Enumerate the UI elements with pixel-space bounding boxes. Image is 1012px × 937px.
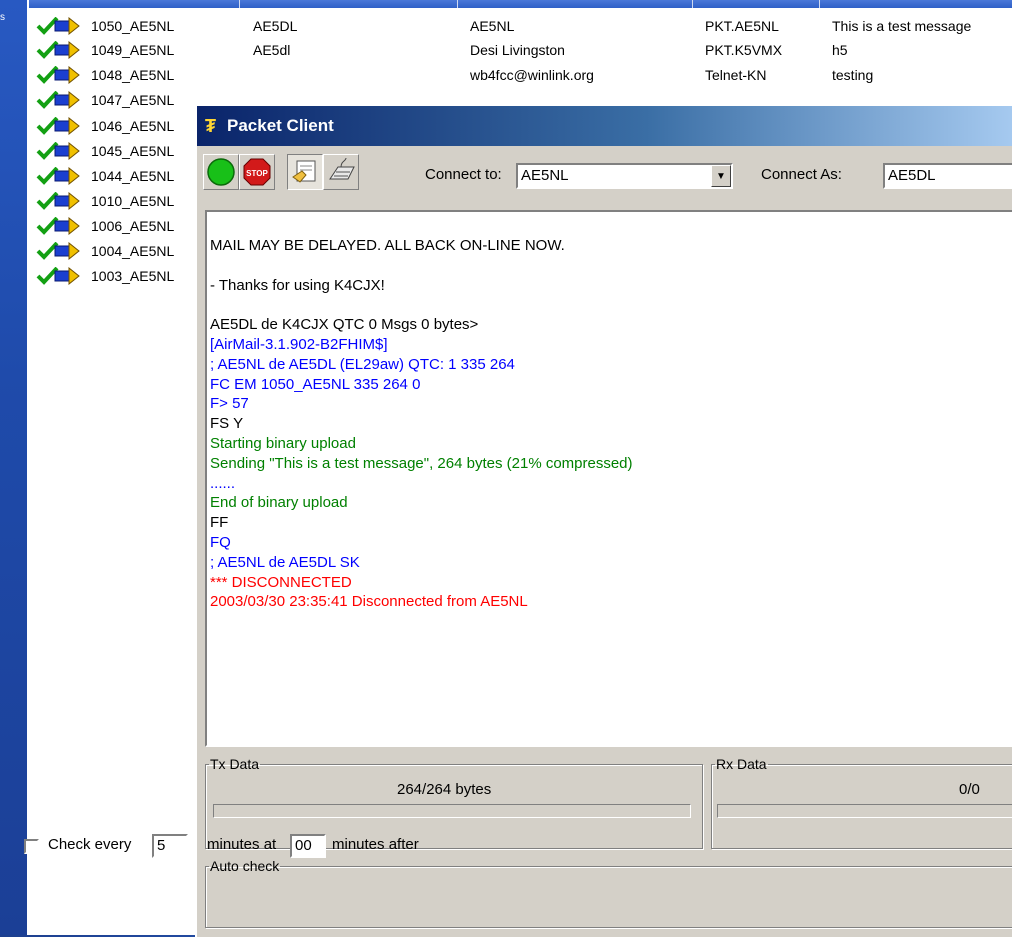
connect-to-value: AE5NL [521,167,569,184]
connect-button[interactable] [203,154,239,190]
cell-id: 1004_AE5NL [91,243,175,259]
log-line: ...... [210,474,236,492]
cell-id: 1046_AE5NL [91,118,175,134]
connect-as-value: AE5DL [888,167,936,184]
cell-via: Telnet-KN [705,67,767,83]
check-every-label: Check every [48,836,132,853]
cell-subject: h5 [832,42,848,58]
log-line: F> 57 [210,395,249,413]
cell-id: 1010_AE5NL [91,193,175,209]
tx-progress-bar [213,804,691,818]
auto-check-label: Auto check [210,858,280,874]
hand-document-icon [292,160,316,183]
rx-bytes: 0/0 [959,781,980,798]
window-title: Packet Client [227,116,334,135]
cell-id: 1044_AE5NL [91,168,175,184]
antenna-icon: ₮ [205,116,216,136]
check-arrow-icon [36,142,80,160]
cell-via: PKT.AE5NL [705,18,779,34]
tx-data-group: Tx Data [205,756,703,849]
check-arrow-icon [36,91,80,109]
connect-as-label: Connect As: [761,166,842,183]
list-item[interactable]: 1048_AE5NL wb4fcc@winlink.org Telnet-KN tes… [29,63,1012,87]
cell-to: wb4fcc@winlink.org [470,67,594,83]
list-item[interactable]: 1049_AE5NL AE5dl Desi Livingston PKT.K5VMX h… [29,38,1012,62]
keyboard-icon [329,157,355,180]
cell-id: 1048_AE5NL [91,67,175,83]
desktop-strip: s [0,0,27,935]
title-bar[interactable]: ₮ Packet Client [197,106,1012,146]
tx-bytes: 264/264 bytes [397,781,492,798]
check-every-input[interactable]: 5 [152,834,188,858]
cell-subject: This is a test message [832,18,972,34]
list-item[interactable]: 1050_AE5NL AE5DL AE5NL PKT.AE5NL This is a t… [29,14,1012,38]
connect-to-select[interactable]: AE5NL ▼ [516,163,733,189]
log-line: Starting binary upload [210,434,356,452]
log-line: ; AE5NL de AE5DL (EL29aw) QTC: 1 335 264 [210,355,515,373]
log-line: [AirMail-3.1.902-B2FHIM$] [210,335,388,353]
minutes-at-input[interactable]: 00 [290,834,326,858]
check-arrow-icon [36,117,80,135]
cell-id: 1047_AE5NL [91,92,175,108]
check-arrow-icon [36,167,80,185]
check-arrow-icon [36,242,80,260]
list-header [29,0,1012,8]
stop-button[interactable]: STOP [239,154,275,190]
check-arrow-icon [36,267,80,285]
log-line: FF [210,514,229,532]
keyboard-button[interactable] [323,154,359,190]
tx-data-label: Tx Data [210,756,260,772]
session-log[interactable]: MAIL MAY BE DELAYED. ALL BACK ON-LINE NO… [205,210,1012,747]
auto-check-checkbox[interactable] [24,839,39,854]
check-arrow-icon [36,66,80,84]
cell-id: 1006_AE5NL [91,218,175,234]
rx-data-label: Rx Data [716,756,767,772]
check-arrow-icon [36,17,80,35]
minutes-at-label: minutes at [207,836,277,853]
log-line: FS Y [210,415,244,433]
stop-icon: STOP [243,158,271,186]
check-arrow-icon [36,192,80,210]
rx-progress-bar [717,804,1012,818]
toolbar: STOP Connect to: AE5NL ▼ Connect As: AE5… [197,146,1012,202]
chevron-down-icon[interactable]: ▼ [711,165,731,187]
green-circle-icon [207,158,235,186]
cell-to: Desi Livingston [470,42,565,58]
minutes-after-label: minutes after [332,836,419,853]
svg-text:STOP: STOP [246,169,268,178]
packet-client-dialog: ₮ Packet Client STOP Connect to: AE5NL ▼… [195,104,1012,937]
cell-id: 1049_AE5NL [91,42,175,58]
log-line: AE5DL de K4CJX QTC 0 Msgs 0 bytes> [210,316,479,334]
log-line: FQ [210,533,231,551]
cell-id: 1003_AE5NL [91,268,175,284]
log-line: End of binary upload [210,494,348,512]
cell-from: AE5dl [253,42,291,58]
check-arrow-icon [36,217,80,235]
check-arrow-icon [36,41,80,59]
log-line: Sending "This is a test message", 264 by… [210,454,633,472]
check-every-value: 5 [157,837,166,854]
log-line: ; AE5NL de AE5DL SK [210,553,360,571]
cell-subject: testing [832,67,874,83]
cell-via: PKT.K5VMX [705,42,783,58]
rx-data-group: Rx Data [711,756,1012,849]
terminal-mode-button[interactable] [287,154,323,190]
connect-as-input[interactable]: AE5DL [883,163,1012,189]
log-line: MAIL MAY BE DELAYED. ALL BACK ON-LINE NO… [210,237,565,254]
auto-check-group: Auto check [205,858,1012,928]
cell-id: 1045_AE5NL [91,143,175,159]
cell-id: 1050_AE5NL [91,18,175,34]
log-line: 2003/03/30 23:35:41 Disconnected from AE… [210,593,528,611]
minutes-at-value: 00 [295,837,312,854]
log-line: - Thanks for using K4CJX! [210,276,385,294]
log-line: FC EM 1050_AE5NL 335 264 0 [210,375,421,393]
cell-from: AE5DL [253,18,298,34]
connect-to-label: Connect to: [425,166,502,183]
cell-to: AE5NL [470,18,515,34]
cut-off-text: s [0,12,5,23]
log-line: *** DISCONNECTED [210,573,352,591]
